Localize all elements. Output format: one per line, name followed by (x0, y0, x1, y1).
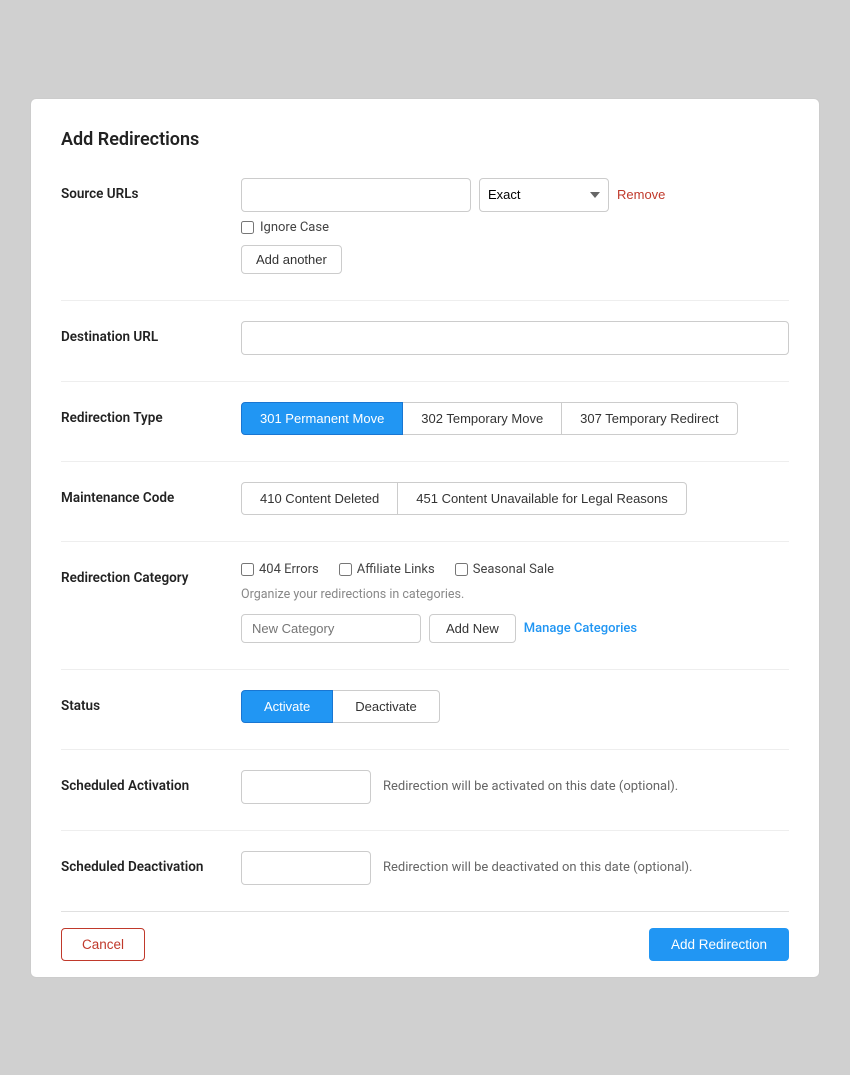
manage-categories-link[interactable]: Manage Categories (524, 621, 637, 636)
ignore-case-row: Ignore Case (241, 220, 789, 235)
divider-4 (61, 541, 789, 542)
scheduled-activation-label: Scheduled Activation (61, 770, 241, 794)
divider-5 (61, 669, 789, 670)
activate-button[interactable]: Activate (241, 690, 333, 723)
divider-6 (61, 749, 789, 750)
redirection-category-row: Redirection Category 404 Errors Affiliat… (61, 562, 789, 643)
scheduled-activation-content: Redirection will be activated on this da… (241, 770, 789, 804)
checkbox-affiliate-links-label: Affiliate Links (357, 562, 435, 577)
divider-2 (61, 381, 789, 382)
divider-3 (61, 461, 789, 462)
status-group: Activate Deactivate (241, 690, 789, 723)
new-category-input[interactable] (241, 614, 421, 643)
add-new-category-button[interactable]: Add New (429, 614, 516, 643)
checkbox-404-errors-label: 404 Errors (259, 562, 319, 577)
new-category-row: Add New Manage Categories (241, 614, 789, 643)
checkbox-seasonal-sale-label: Seasonal Sale (473, 562, 554, 577)
card-footer: Cancel Add Redirection (61, 911, 789, 977)
maintenance-code-label: Maintenance Code (61, 482, 241, 506)
scheduled-activation-input[interactable] (241, 770, 371, 804)
match-type-select[interactable]: Exact Regex Starts With End With (479, 178, 609, 212)
scheduled-activation-inputs: Redirection will be activated on this da… (241, 770, 789, 804)
source-urls-row: Source URLs Exact Regex Starts With End … (61, 178, 789, 274)
source-url-input-row: Exact Regex Starts With End With Remove (241, 178, 789, 212)
checkbox-affiliate-links-input[interactable] (339, 563, 352, 576)
status-label: Status (61, 690, 241, 714)
ignore-case-checkbox[interactable] (241, 221, 254, 234)
remove-button[interactable]: Remove (617, 187, 665, 202)
maintenance-code-row: Maintenance Code 410 Content Deleted 451… (61, 482, 789, 515)
status-content: Activate Deactivate (241, 690, 789, 723)
source-urls-label: Source URLs (61, 178, 241, 202)
btn-410[interactable]: 410 Content Deleted (241, 482, 398, 515)
scheduled-deactivation-input[interactable] (241, 851, 371, 885)
destination-url-row: Destination URL (61, 321, 789, 355)
cancel-button[interactable]: Cancel (61, 928, 145, 961)
destination-url-label: Destination URL (61, 321, 241, 345)
checkbox-seasonal-sale[interactable]: Seasonal Sale (455, 562, 554, 577)
add-redirection-button[interactable]: Add Redirection (649, 928, 789, 961)
divider-1 (61, 300, 789, 301)
btn-301[interactable]: 301 Permanent Move (241, 402, 403, 435)
destination-url-content (241, 321, 789, 355)
destination-url-input[interactable] (241, 321, 789, 355)
scheduled-deactivation-label: Scheduled Deactivation (61, 851, 241, 875)
scheduled-deactivation-row: Scheduled Deactivation Redirection will … (61, 851, 789, 885)
checkbox-404-errors-input[interactable] (241, 563, 254, 576)
add-redirections-card: Add Redirections Source URLs Exact Regex… (30, 98, 820, 978)
source-url-input[interactable] (241, 178, 471, 212)
category-help-text: Organize your redirections in categories… (241, 587, 789, 602)
maintenance-code-content: 410 Content Deleted 451 Content Unavaila… (241, 482, 789, 515)
divider-7 (61, 830, 789, 831)
scheduled-deactivation-hint: Redirection will be deactivated on this … (383, 860, 692, 875)
redirection-type-label: Redirection Type (61, 402, 241, 426)
scheduled-deactivation-inputs: Redirection will be deactivated on this … (241, 851, 789, 885)
redirection-category-content: 404 Errors Affiliate Links Seasonal Sale… (241, 562, 789, 643)
redirection-type-group: 301 Permanent Move 302 Temporary Move 30… (241, 402, 789, 435)
deactivate-button[interactable]: Deactivate (333, 690, 439, 723)
scheduled-deactivation-content: Redirection will be deactivated on this … (241, 851, 789, 885)
redirection-type-row: Redirection Type 301 Permanent Move 302 … (61, 402, 789, 435)
scheduled-activation-hint: Redirection will be activated on this da… (383, 779, 678, 794)
redirection-category-label: Redirection Category (61, 562, 241, 586)
page-title: Add Redirections (61, 129, 789, 150)
ignore-case-label: Ignore Case (260, 220, 329, 235)
btn-302[interactable]: 302 Temporary Move (403, 402, 562, 435)
add-another-button[interactable]: Add another (241, 245, 342, 274)
checkbox-404-errors[interactable]: 404 Errors (241, 562, 319, 577)
checkbox-seasonal-sale-input[interactable] (455, 563, 468, 576)
btn-307[interactable]: 307 Temporary Redirect (562, 402, 738, 435)
category-checkboxes: 404 Errors Affiliate Links Seasonal Sale (241, 562, 789, 577)
checkbox-affiliate-links[interactable]: Affiliate Links (339, 562, 435, 577)
btn-451[interactable]: 451 Content Unavailable for Legal Reason… (398, 482, 687, 515)
source-urls-content: Exact Regex Starts With End With Remove … (241, 178, 789, 274)
scheduled-activation-row: Scheduled Activation Redirection will be… (61, 770, 789, 804)
redirection-type-content: 301 Permanent Move 302 Temporary Move 30… (241, 402, 789, 435)
status-row: Status Activate Deactivate (61, 690, 789, 723)
maintenance-code-group: 410 Content Deleted 451 Content Unavaila… (241, 482, 789, 515)
